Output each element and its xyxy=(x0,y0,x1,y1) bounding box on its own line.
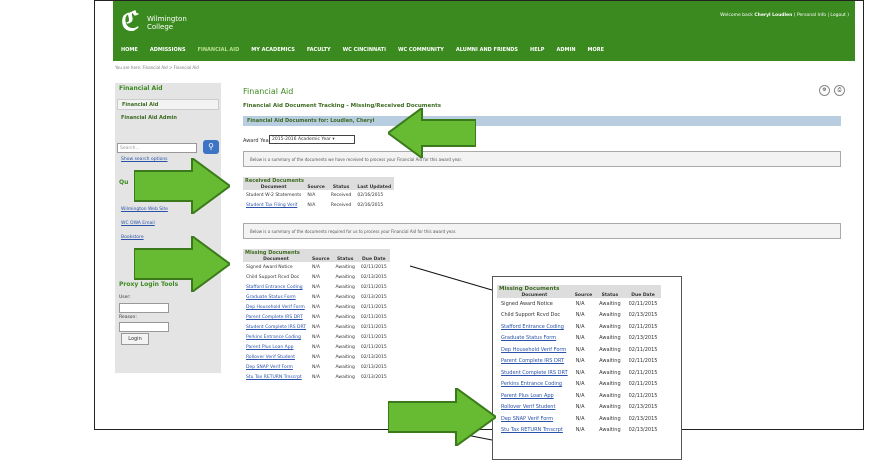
arrow-right-received-icon xyxy=(134,158,230,214)
document-date: 02/13/2015 xyxy=(628,335,658,342)
document-date: 02/11/2015 xyxy=(628,323,658,330)
document-source: N/A xyxy=(575,427,585,434)
document-status: Awaiting xyxy=(599,346,621,353)
document-source: N/A xyxy=(575,312,585,319)
document-date: 02/11/2015 xyxy=(628,346,658,353)
document-name: Signed Award Notice xyxy=(501,300,553,307)
zoom-missing-title: Missing Documents xyxy=(497,285,662,293)
document-source: N/A xyxy=(575,415,585,422)
zoomed-missing-table: Missing Documents Document Source Status… xyxy=(497,285,662,437)
document-date: 02/11/2015 xyxy=(628,381,658,388)
document-name[interactable]: Rollover Verif Student xyxy=(497,402,572,414)
document-date: 02/13/2015 xyxy=(628,404,658,411)
arrow-left-award-year-icon xyxy=(388,108,476,158)
zoom-col-source: Source xyxy=(571,293,596,298)
document-status: Awaiting xyxy=(599,392,621,399)
document-date: 02/11/2015 xyxy=(628,358,658,365)
table-row: Stafford Entrance Coding N/A Awaiting 02/11… xyxy=(497,321,661,333)
table-row: Dep Household Verif Form N/A Awaiting 02/11… xyxy=(497,344,661,356)
document-status: Awaiting xyxy=(599,404,621,411)
document-source: N/A xyxy=(575,300,585,307)
zoom-header-row: Document Source Status Due Date xyxy=(497,293,662,298)
document-source: N/A xyxy=(575,392,585,399)
document-status: Awaiting xyxy=(599,312,621,319)
table-row: Rollover Verif Student N/A Awaiting 02/13/2… xyxy=(497,402,661,414)
document-source: N/A xyxy=(575,346,585,353)
document-name[interactable]: Stu Tax RETURN Trnscrpt xyxy=(497,425,572,437)
document-status: Awaiting xyxy=(599,381,621,388)
document-status: Awaiting xyxy=(599,358,621,365)
table-row: Graduate Status Form N/A Awaiting 02/13/201… xyxy=(497,333,661,345)
table-row: Signed Award Notice N/A Awaiting 02/11/2015 xyxy=(497,298,661,310)
document-name[interactable]: Dep Household Verif Form xyxy=(497,344,572,356)
document-date: 02/13/2015 xyxy=(628,415,658,422)
document-date: 02/11/2015 xyxy=(628,369,658,376)
document-name[interactable]: Parent Plus Loan App xyxy=(497,390,572,402)
document-name[interactable]: Graduate Status Form xyxy=(497,333,572,345)
document-status: Awaiting xyxy=(599,415,621,422)
document-name[interactable]: Stafford Entrance Coding xyxy=(497,321,572,333)
document-date: 02/11/2015 xyxy=(628,300,658,307)
document-date: 02/11/2015 xyxy=(628,392,658,399)
document-date: 02/13/2015 xyxy=(628,427,658,434)
table-row: Dep SNAP Verif Form N/A Awaiting 02/13/2015 xyxy=(497,413,661,425)
table-row: Parent Plus Loan App N/A Awaiting 02/11/201… xyxy=(497,390,661,402)
document-status: Awaiting xyxy=(599,427,621,434)
document-status: Awaiting xyxy=(599,323,621,330)
arrow-right-rollover-icon xyxy=(388,388,496,446)
document-date: 02/13/2015 xyxy=(628,312,658,319)
document-name[interactable]: Dep SNAP Verif Form xyxy=(497,413,572,425)
table-row: Student Complete IRS DRT N/A Awaiting 02/11… xyxy=(497,367,661,379)
document-name: Child Support Rcvd Doc xyxy=(501,312,561,319)
document-source: N/A xyxy=(575,404,585,411)
document-source: N/A xyxy=(575,335,585,342)
document-name[interactable]: Perkins Entrance Coding xyxy=(497,379,572,391)
document-source: N/A xyxy=(575,358,585,365)
table-row: Parent Complete IRS DRT N/A Awaiting 02/11/… xyxy=(497,356,661,368)
document-source: N/A xyxy=(575,323,585,330)
table-row: Perkins Entrance Coding N/A Awaiting 02/11/… xyxy=(497,379,661,391)
document-name[interactable]: Student Complete IRS DRT xyxy=(497,367,572,379)
table-row: Stu Tax RETURN Trnscrpt N/A Awaiting 02/13/… xyxy=(497,425,661,437)
document-status: Awaiting xyxy=(599,369,621,376)
document-name[interactable]: Parent Complete IRS DRT xyxy=(497,356,572,368)
document-status: Awaiting xyxy=(599,335,621,342)
arrow-right-missing-icon xyxy=(134,236,230,292)
document-source: N/A xyxy=(575,369,585,376)
document-status: Awaiting xyxy=(599,300,621,307)
zoomed-missing-documents: Missing Documents Document Source Status… xyxy=(492,276,682,460)
document-source: N/A xyxy=(575,381,585,388)
table-row: Child Support Rcvd Doc N/A Awaiting 02/13/2… xyxy=(497,310,661,322)
